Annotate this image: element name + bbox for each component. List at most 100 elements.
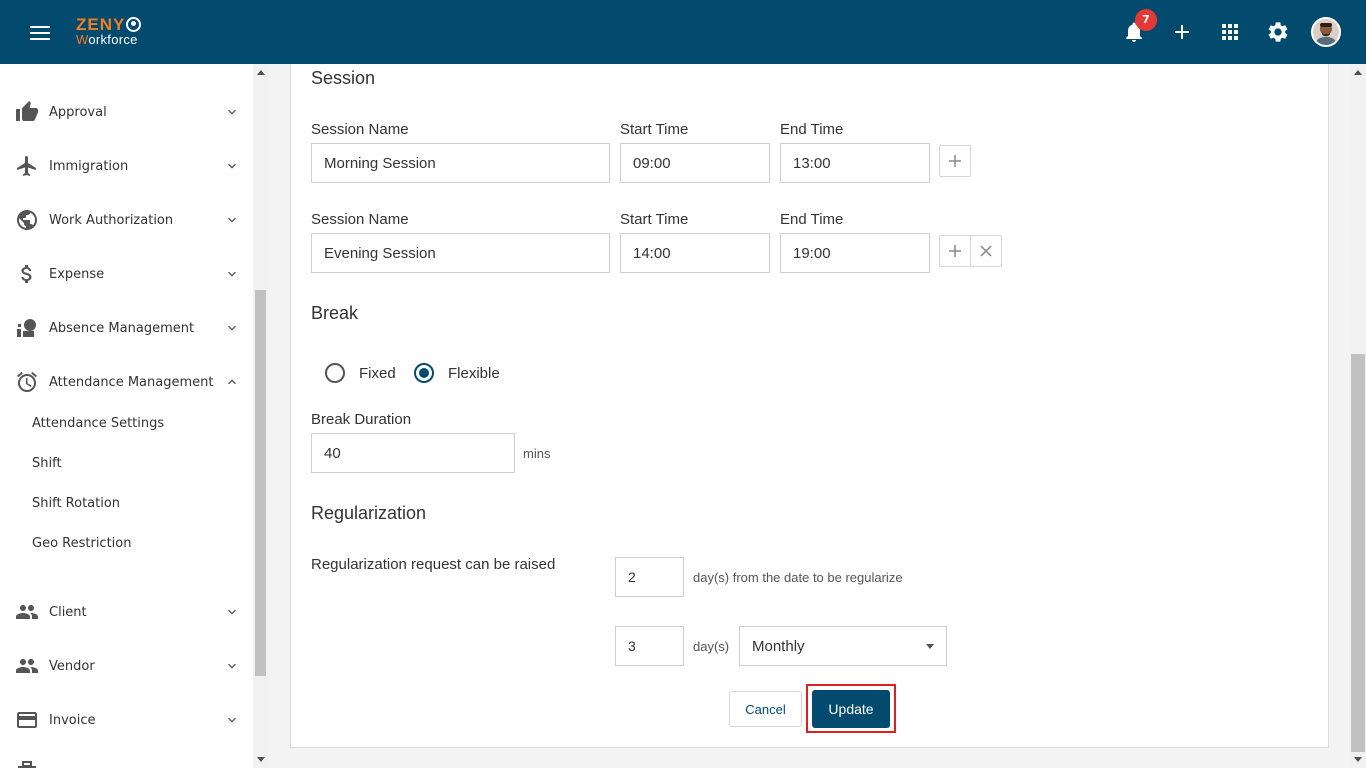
logo[interactable]: ZENY Workforce [76, 15, 142, 47]
sidebar-item-approval[interactable]: Approval [0, 92, 253, 132]
sidebar-item-invoice[interactable]: Invoice [0, 700, 253, 740]
end-time-input[interactable]: 13:00 [780, 143, 930, 183]
add-session-button[interactable] [939, 145, 971, 177]
sidebar-subitem-shift-rotation[interactable]: Shift Rotation [32, 496, 120, 511]
session-name-input[interactable]: Evening Session [311, 233, 610, 273]
sidebar-item-immigration[interactable]: Immigration [0, 146, 253, 186]
plus-icon [949, 155, 961, 167]
break-fixed-radio[interactable] [325, 363, 345, 383]
sidebar-scrollbar[interactable] [253, 64, 268, 768]
sidebar-item-label: Approval [49, 104, 107, 120]
logo-subtext: orkforce [88, 32, 138, 47]
chevron-down-icon [228, 609, 236, 615]
session-name-input[interactable]: Morning Session [311, 143, 610, 183]
regularization-days-input[interactable]: 2 [615, 557, 684, 597]
sidebar-item-label: Vendor [49, 658, 95, 674]
sidebar-item-attendance-management[interactable]: Attendance Management [0, 362, 253, 402]
menu-icon[interactable] [30, 26, 50, 40]
remove-session-button[interactable] [970, 235, 1002, 267]
calendar-icon [17, 64, 37, 70]
briefcase-icon [18, 761, 36, 768]
update-button[interactable]: Update [812, 690, 890, 728]
main-scroll-thumb[interactable] [1351, 354, 1365, 752]
thumbs-up-icon [16, 101, 38, 121]
sidebar-item-label: Work Authorization [49, 212, 174, 228]
absence-icon [17, 319, 36, 337]
start-time-label: Start Time [620, 121, 689, 138]
regularization-count-hint: day(s) [693, 639, 730, 654]
chevron-down-icon [228, 325, 236, 331]
avatar[interactable] [1311, 17, 1341, 47]
add-session-button[interactable] [939, 235, 971, 267]
break-flexible-radio[interactable] [414, 363, 434, 383]
break-fixed-label[interactable]: Fixed [359, 365, 396, 382]
scroll-up-arrow-icon[interactable] [257, 70, 265, 75]
cancel-button[interactable]: Cancel [729, 691, 802, 727]
chevron-down-icon [228, 163, 236, 169]
regularization-section-title: Regularization [311, 503, 427, 523]
regularization-days-hint: day(s) from the date to be regularize [693, 570, 903, 585]
scroll-down-arrow-icon[interactable] [1354, 757, 1362, 762]
main-scrollbar[interactable] [1350, 64, 1366, 768]
sidebar-subitem-attendance-settings[interactable]: Attendance Settings [32, 416, 164, 431]
sidebar-item-absence-management[interactable]: Absence Management [0, 308, 253, 348]
sidebar-item-expense[interactable]: Expense [0, 254, 253, 294]
people-icon [16, 659, 38, 673]
start-time-input[interactable]: 14:00 [620, 233, 770, 273]
logo-text: ZENY [76, 15, 126, 34]
airplane-icon [17, 156, 36, 176]
sidebar-subitem-shift[interactable]: Shift [32, 456, 62, 471]
regularization-period-select[interactable]: Monthly [739, 626, 947, 666]
logo-mark-icon [126, 17, 142, 32]
session-name-label: Session Name [311, 121, 409, 138]
alarm-clock-icon [17, 371, 37, 392]
sidebar-scroll-thumb[interactable] [255, 290, 266, 676]
regularization-request-label: Regularization request can be raised [311, 556, 556, 573]
logo-subtext-accent: W [76, 32, 89, 47]
scroll-up-arrow-icon[interactable] [1354, 70, 1362, 75]
scroll-down-arrow-icon[interactable] [257, 757, 265, 762]
chevron-down-icon [228, 717, 236, 723]
session-name-label: Session Name [311, 211, 409, 228]
sidebar-item-label: Attendance Management [49, 374, 214, 390]
people-icon [16, 605, 38, 619]
sidebar-item-vendor[interactable]: Vendor [0, 646, 253, 686]
sidebar-item-label: Invoice [49, 712, 96, 728]
end-time-input[interactable]: 19:00 [780, 233, 930, 273]
chevron-down-icon [228, 109, 236, 115]
break-duration-input[interactable]: 40 [311, 433, 515, 473]
dollar-icon [21, 265, 32, 283]
apps-grid-icon[interactable] [1218, 20, 1242, 44]
end-time-label: End Time [780, 121, 844, 138]
sidebar-item-label: Client [49, 604, 87, 620]
sidebar-item-work-authorization[interactable]: Work Authorization [0, 200, 253, 240]
chevron-down-icon [228, 663, 236, 669]
sidebar-item-label: Absence Management [49, 320, 195, 336]
break-flexible-label[interactable]: Flexible [448, 365, 500, 382]
sidebar-item-label: Immigration [49, 158, 129, 174]
sidebar-subitem-geo-restriction[interactable]: Geo Restriction [32, 536, 131, 551]
session-section-title: Session [311, 68, 376, 88]
sidebar: Approval Immigration Work Authorization … [0, 64, 253, 768]
chevron-down-icon [228, 271, 236, 277]
regularization-count-input[interactable]: 3 [615, 626, 684, 666]
settings-icon[interactable] [1266, 20, 1290, 44]
start-time-input[interactable]: 09:00 [620, 143, 770, 183]
start-time-label: Start Time [620, 211, 689, 228]
close-icon [980, 245, 992, 257]
dropdown-caret-icon [926, 644, 934, 649]
chevron-up-icon [228, 379, 236, 385]
plus-icon [949, 245, 961, 257]
globe-icon [17, 210, 37, 230]
break-section-title: Break [311, 303, 359, 323]
break-duration-unit: mins [523, 446, 551, 461]
sidebar-item-client[interactable]: Client [0, 592, 253, 632]
sidebar-item-label: Expense [49, 266, 105, 282]
notification-badge: 7 [1135, 9, 1157, 31]
regularization-period-value: Monthly [752, 637, 805, 655]
end-time-label: End Time [780, 211, 844, 228]
credit-card-icon [17, 712, 37, 728]
top-navbar: ZENY Workforce 7 [0, 0, 1366, 64]
plus-icon[interactable] [1170, 20, 1194, 44]
break-duration-label: Break Duration [311, 411, 412, 428]
